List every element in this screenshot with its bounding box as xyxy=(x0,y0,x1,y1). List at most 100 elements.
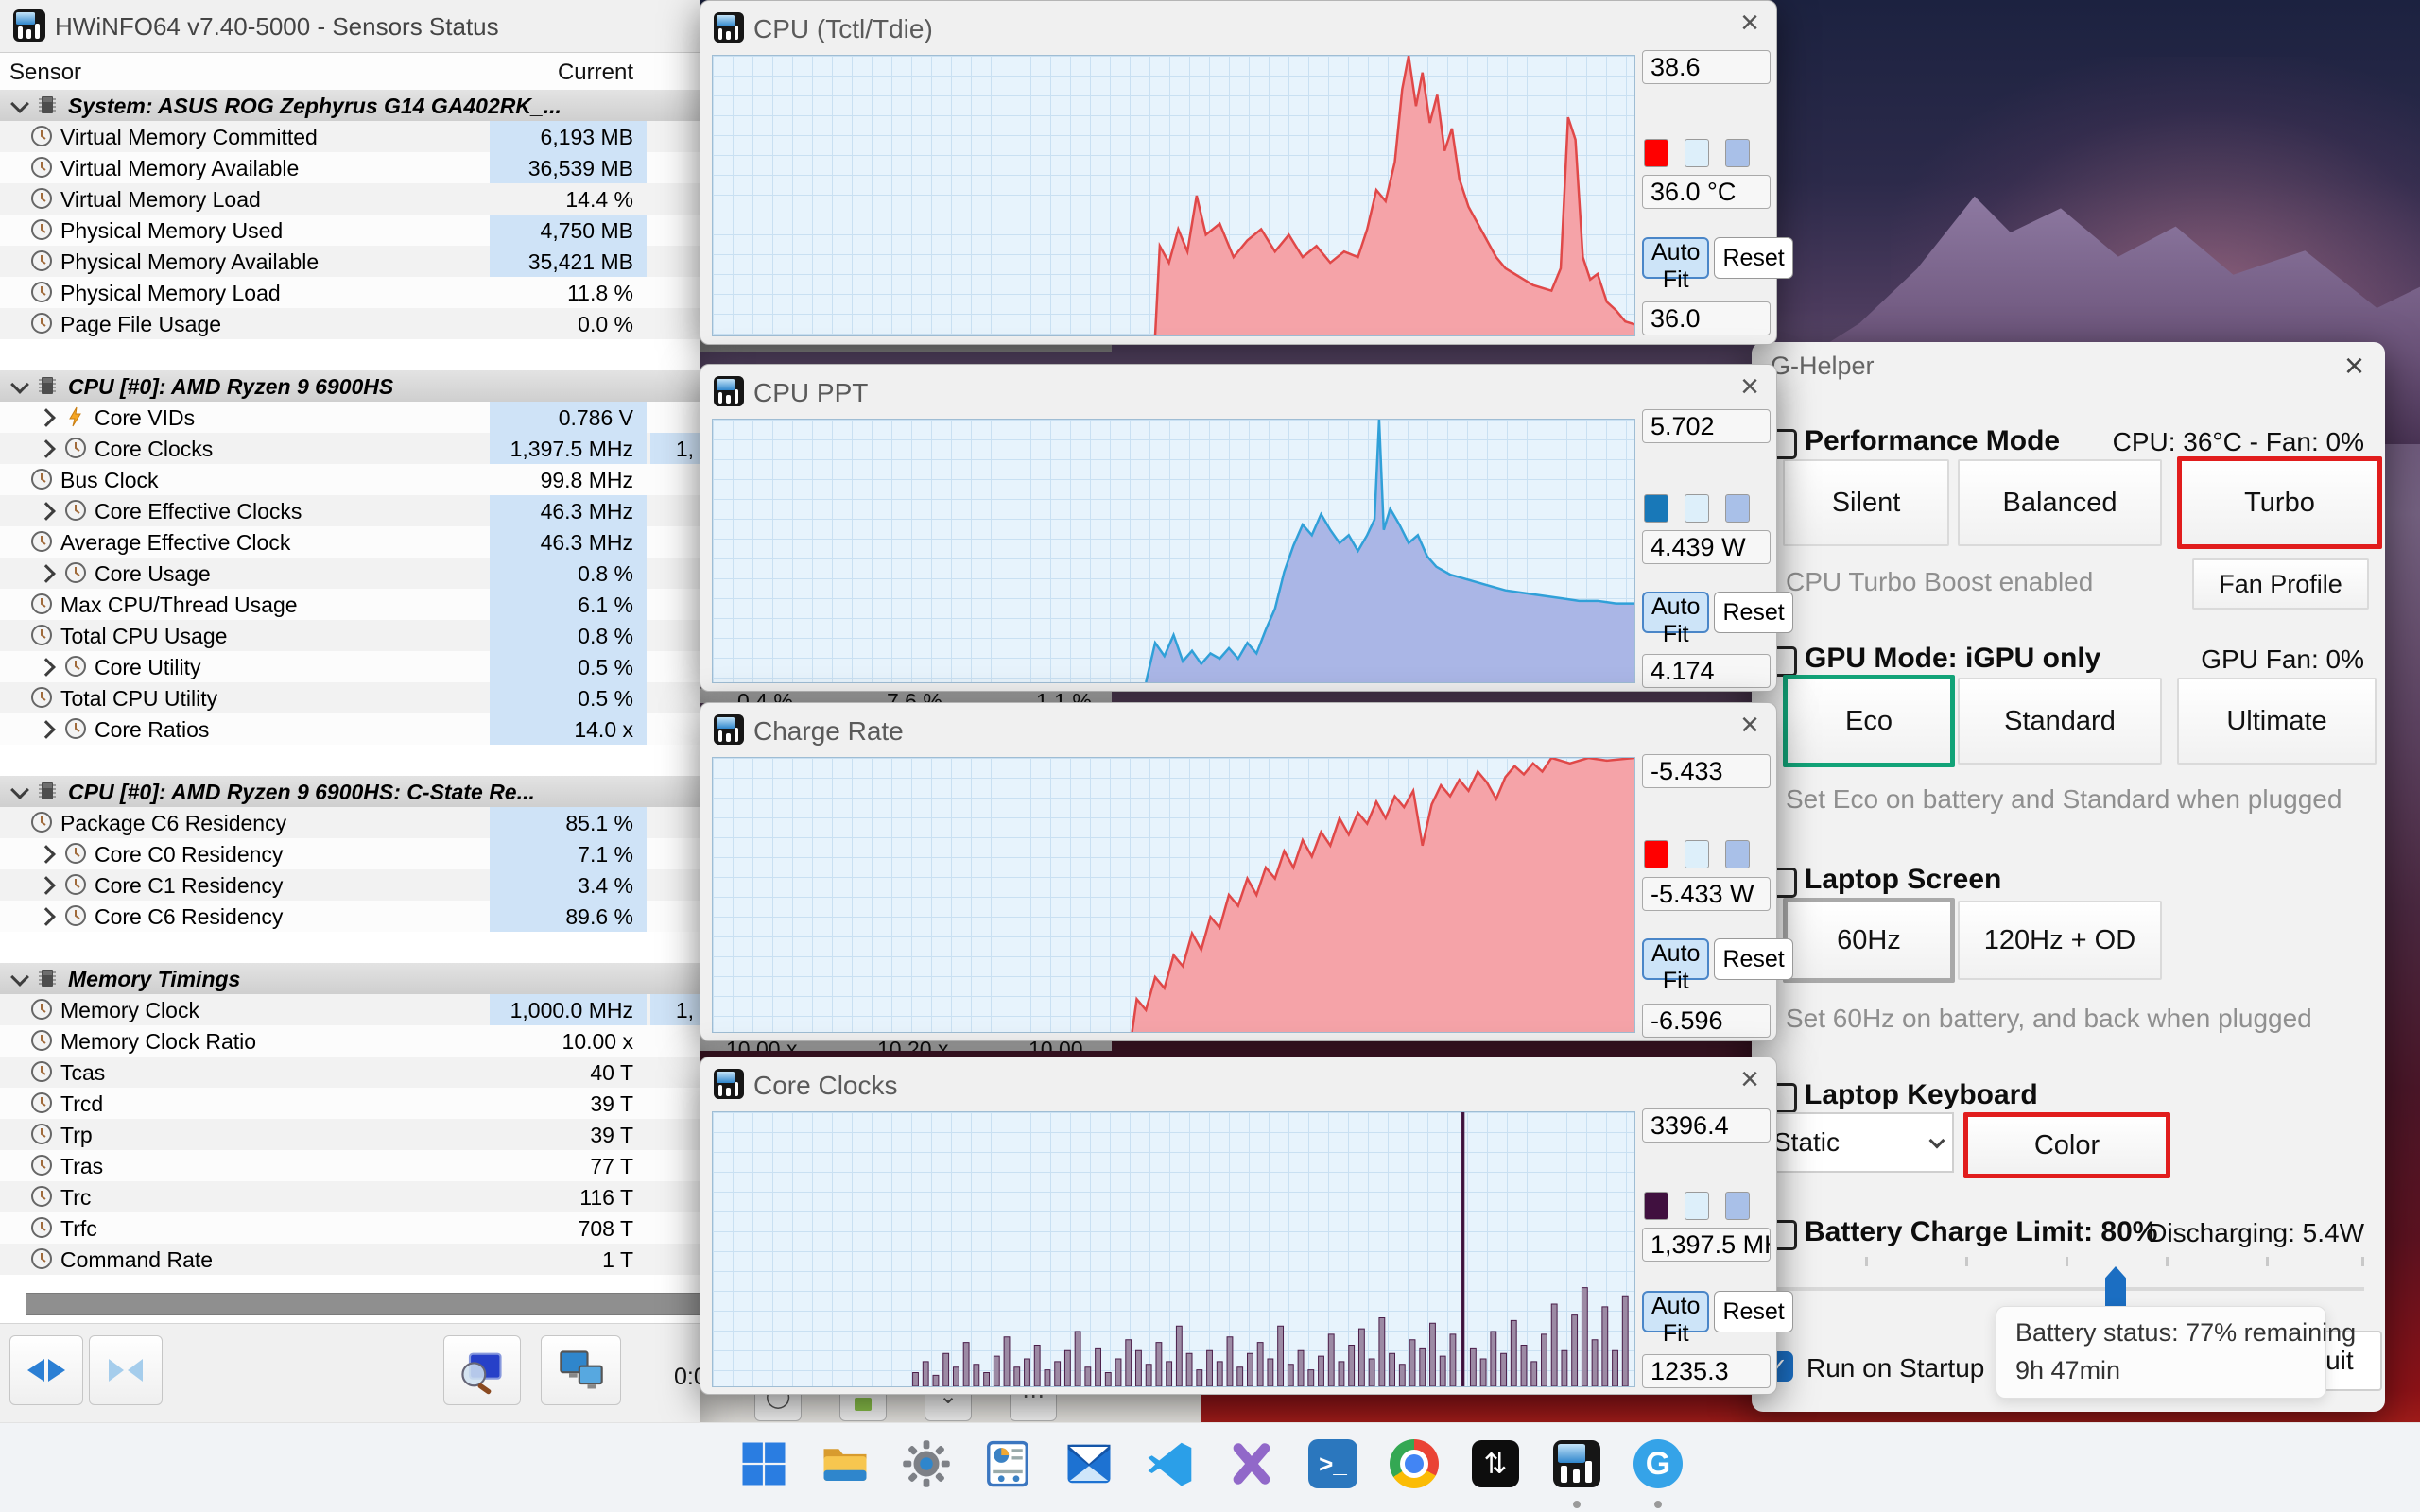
visual-studio-icon[interactable] xyxy=(1224,1436,1279,1491)
sensor-row[interactable]: Virtual Memory Available 36,539 MB xyxy=(0,152,700,183)
file-explorer-icon[interactable] xyxy=(818,1436,873,1491)
eco-button[interactable]: Eco xyxy=(1783,675,1955,767)
sensor-row[interactable]: Memory Clock 1,000.0 MHz 1, xyxy=(0,994,700,1025)
sensor-section-row[interactable]: System: ASUS ROG Zephyrus G14 GA402RK_..… xyxy=(0,90,700,121)
eco-note: Set Eco on battery and Standard when plu… xyxy=(1786,784,2342,814)
sensor-row[interactable]: Virtual Memory Committed 6,193 MB xyxy=(0,121,700,152)
sensor-row[interactable]: Total CPU Utility 0.5 % xyxy=(0,682,700,713)
fan-profile-button[interactable]: Fan Profile xyxy=(2192,558,2369,610)
battery-limit-slider-track[interactable] xyxy=(1767,1287,2364,1291)
sensor-row[interactable]: Core Usage 0.8 % xyxy=(0,558,700,589)
sensor-row[interactable]: Virtual Memory Load 14.4 % xyxy=(0,183,700,215)
sensor-section-row[interactable]: CPU [#0]: AMD Ryzen 9 6900HS xyxy=(0,370,700,402)
sensor-label: Total CPU Usage xyxy=(60,624,228,648)
ghelper-taskbar-icon[interactable]: G xyxy=(1631,1436,1685,1491)
reset-button[interactable]: Reset xyxy=(1714,592,1793,633)
sensor-row[interactable]: Core C0 Residency 7.1 % xyxy=(0,838,700,869)
start-button[interactable] xyxy=(736,1436,791,1491)
60hz-button[interactable]: 60Hz xyxy=(1783,898,1955,983)
chevron-down-icon[interactable] xyxy=(10,94,29,113)
graph-color-swatches[interactable] xyxy=(1644,840,1750,868)
sensor-row[interactable]: Physical Memory Load 11.8 % xyxy=(0,277,700,308)
chevron-right-icon[interactable] xyxy=(37,564,56,583)
chrome-icon[interactable] xyxy=(1387,1436,1442,1491)
empty-row[interactable] xyxy=(0,339,700,370)
chevron-right-icon[interactable] xyxy=(37,408,56,427)
auto-fit-button[interactable]: Auto Fit xyxy=(1642,1291,1710,1347)
steps-recorder-icon[interactable]: ⇅ xyxy=(1468,1436,1523,1491)
chevron-right-icon[interactable] xyxy=(37,720,56,739)
sensor-row[interactable]: Bus Clock 99.8 MHz xyxy=(0,464,700,495)
sensor-row[interactable]: Command Rate 1 T xyxy=(0,1244,700,1275)
sensor-row[interactable]: Physical Memory Available 35,421 MB xyxy=(0,246,700,277)
turbo-button[interactable]: Turbo xyxy=(2177,456,2382,549)
system-monitor-icon[interactable] xyxy=(980,1436,1035,1491)
vscode-icon[interactable] xyxy=(1143,1436,1198,1491)
chevron-right-icon[interactable] xyxy=(37,876,56,895)
empty-row[interactable] xyxy=(0,745,700,776)
graph-color-swatches[interactable] xyxy=(1644,494,1750,523)
sensor-row[interactable]: Core Clocks 1,397.5 MHz 1, xyxy=(0,433,700,464)
horizontal-scrollbar[interactable] xyxy=(26,1293,701,1315)
sensor-row[interactable]: Core Ratios 14.0 x xyxy=(0,713,700,745)
graph-color-swatches[interactable] xyxy=(1644,1192,1750,1220)
sensor-row[interactable]: Tcas 40 T xyxy=(0,1057,700,1088)
chevron-down-icon[interactable] xyxy=(10,781,29,799)
powershell-icon[interactable]: >_ xyxy=(1305,1436,1360,1491)
mail-icon[interactable] xyxy=(1062,1436,1116,1491)
balanced-button[interactable]: Balanced xyxy=(1958,459,2162,546)
sensor-row[interactable]: Trcd 39 T xyxy=(0,1088,700,1119)
hwinfo-titlebar[interactable]: HWiNFO64 v7.40-5000 - Sensors Status xyxy=(0,0,700,53)
sensor-row[interactable]: Average Effective Clock 46.3 MHz xyxy=(0,526,700,558)
graph-color-swatches[interactable] xyxy=(1644,139,1750,167)
column-sensor[interactable]: Sensor xyxy=(9,60,81,86)
reset-button[interactable]: Reset xyxy=(1714,237,1793,279)
sensor-row[interactable]: Core Utility 0.5 % xyxy=(0,651,700,682)
chevron-right-icon[interactable] xyxy=(37,658,56,677)
sensor-section-row[interactable]: Memory Timings xyxy=(0,963,700,994)
ultimate-button[interactable]: Ultimate xyxy=(2177,678,2377,765)
chevron-right-icon[interactable] xyxy=(37,502,56,521)
battery-limit-slider-thumb[interactable] xyxy=(2105,1266,2126,1308)
keyboard-color-button[interactable]: Color xyxy=(1963,1112,2170,1178)
auto-fit-button[interactable]: Auto Fit xyxy=(1642,938,1710,994)
sensor-row[interactable]: Tras 77 T xyxy=(0,1150,700,1181)
auto-fit-button[interactable]: Auto Fit xyxy=(1642,237,1710,293)
column-current[interactable]: Current xyxy=(482,60,633,86)
keyboard-mode-dropdown[interactable]: Static xyxy=(1760,1112,1954,1173)
sensor-row[interactable]: Trp 39 T xyxy=(0,1119,700,1150)
reset-button[interactable]: Reset xyxy=(1714,1291,1793,1332)
silent-button[interactable]: Silent xyxy=(1783,459,1949,546)
empty-row[interactable] xyxy=(0,932,700,963)
sensor-row[interactable]: Trc 116 T xyxy=(0,1181,700,1212)
auto-fit-button[interactable]: Auto Fit xyxy=(1642,592,1710,647)
chevron-right-icon[interactable] xyxy=(37,907,56,926)
sensor-row[interactable]: Package C6 Residency 85.1 % xyxy=(0,807,700,838)
close-icon[interactable]: × xyxy=(2344,346,2364,386)
sensor-row[interactable]: Core C6 Residency 89.6 % xyxy=(0,901,700,932)
sensor-row[interactable]: Total CPU Usage 0.8 % xyxy=(0,620,700,651)
remote-monitors-button[interactable] xyxy=(541,1335,621,1405)
hwinfo-taskbar-icon[interactable] xyxy=(1549,1436,1604,1491)
sensor-row[interactable]: Trfc 708 T xyxy=(0,1212,700,1244)
sensor-row[interactable]: Core C1 Residency 3.4 % xyxy=(0,869,700,901)
sensor-row[interactable]: Memory Clock Ratio 10.00 x xyxy=(0,1025,700,1057)
chevron-right-icon[interactable] xyxy=(37,439,56,458)
reset-button[interactable]: Reset xyxy=(1714,938,1793,980)
chevron-down-icon[interactable] xyxy=(10,375,29,394)
settings-icon[interactable] xyxy=(899,1436,954,1491)
120hz-button[interactable]: 120Hz + OD xyxy=(1958,901,2162,980)
sensor-row[interactable]: Core VIDs 0.786 V xyxy=(0,402,700,433)
collapse-columns-button[interactable] xyxy=(89,1335,163,1405)
sensor-row[interactable]: Physical Memory Used 4,750 MB xyxy=(0,215,700,246)
sensor-row[interactable]: Max CPU/Thread Usage 6.1 % xyxy=(0,589,700,620)
expand-columns-button[interactable] xyxy=(9,1335,83,1405)
sensor-row[interactable]: Page File Usage 0.0 % xyxy=(0,308,700,339)
screen-magnifier-button[interactable] xyxy=(443,1335,521,1405)
sensor-section-row[interactable]: CPU [#0]: AMD Ryzen 9 6900HS: C-State Re… xyxy=(0,776,700,807)
sensor-row[interactable]: Core Effective Clocks 46.3 MHz xyxy=(0,495,700,526)
standard-button[interactable]: Standard xyxy=(1958,678,2162,765)
slider-tick xyxy=(1965,1257,1968,1266)
chevron-right-icon[interactable] xyxy=(37,845,56,864)
chevron-down-icon[interactable] xyxy=(10,968,29,987)
